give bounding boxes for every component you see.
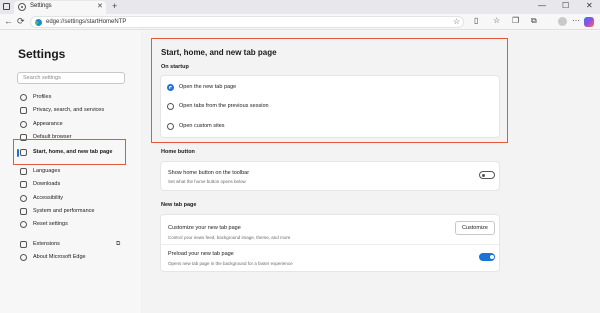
sidebar-item-label: Reset settings [33,221,68,227]
reset-icon [20,221,27,228]
minimize-icon[interactable]: — [538,1,546,10]
close-window-icon[interactable]: ✕ [586,1,593,10]
row-title: Customize your new tab page [168,225,241,231]
search-input[interactable]: Search settings [17,72,125,84]
extensions-icon [20,241,27,248]
row-title: Preload your new tab page [168,251,234,257]
url-text[interactable]: edge://settings/startHomeNTP [46,19,126,25]
sidebar-item-label: Profiles [33,94,52,100]
sidebar-item-label: Extensions [33,241,60,247]
settings-sidebar: Settings Search settings Profiles Privac… [0,31,141,313]
address-bar[interactable]: edge://settings/startHomeNTP ☆ [30,16,464,28]
sidebar-item-privacy[interactable]: Privacy, search, and services [20,106,132,116]
radio-open-new-tab[interactable]: Open the new tab page [167,83,487,93]
settings-main: Start, home, and new tab page On startup… [141,31,600,313]
sidebar-item-label: Languages [33,168,61,174]
radio-label: Open tabs from the previous session [179,103,269,109]
tab-actions-icon[interactable] [3,3,10,10]
new-tab-page-card: Customize your new tab page Control your… [160,214,501,272]
external-link-icon: ⧉ [116,241,121,247]
close-tab-icon[interactable]: ✕ [97,2,103,10]
new-tab-page-label: New tab page [161,202,197,208]
radio-icon[interactable] [167,123,174,130]
download-icon [20,181,27,188]
sidebar-item-downloads[interactable]: Downloads [20,180,132,190]
customize-button[interactable]: Customize [455,221,495,235]
on-startup-label: On startup [161,64,189,70]
accessibility-icon [20,195,27,202]
radio-label: Open the new tab page [179,84,237,90]
section-title: Start, home, and new tab page [161,48,277,57]
refresh-icon[interactable]: ⟳ [17,16,25,27]
row-title: Show home button on the toolbar [168,170,250,176]
sidebar-item-reset[interactable]: Reset settings [20,220,132,230]
copilot-icon[interactable] [584,17,594,27]
sidebar-item-label: Appearance [33,121,63,127]
maximize-icon[interactable]: ☐ [562,1,569,10]
highlight-box [13,139,126,165]
gear-icon [18,3,26,11]
sidebar-item-label: Privacy, search, and services [33,107,105,113]
sidebar-item-label: Accessibility [33,195,63,201]
radio-label: Open custom sites [179,123,225,129]
collections-icon[interactable]: ❐ [512,16,519,25]
row-subtitle: Control your news feed, background image… [168,235,291,240]
row-subtitle: Set what the home button opens below [168,179,246,184]
radio-selected-icon[interactable] [167,84,174,91]
tab-settings[interactable]: Settings ✕ [14,1,106,14]
profile-icon[interactable] [558,17,567,26]
sidebar-item-label: Downloads [33,181,61,187]
sidebar-item-about[interactable]: About Microsoft Edge [20,253,132,263]
radio-open-previous-session[interactable]: Open tabs from the previous session [167,102,487,112]
new-tab-button[interactable]: + [112,1,117,11]
tab-title: Settings [30,3,52,9]
favorites-star-icon[interactable]: ☆ [453,17,460,26]
extensions-icon[interactable]: ⧉ [531,16,537,26]
sidebar-item-languages[interactable]: Languages [20,167,132,177]
search-placeholder: Search settings [23,75,61,81]
row-subtitle: Opens new tab page in the background for… [168,261,293,266]
back-icon[interactable]: ← [4,16,13,26]
title-bar: Settings ✕ + — ☐ ✕ [0,0,600,14]
divider [161,244,501,245]
home-button-card: Show home button on the toolbar Set what… [160,161,500,191]
sidebar-item-label: About Microsoft Edge [33,254,86,260]
lock-icon [20,107,27,114]
sidebar-item-label: System and performance [33,208,95,214]
page-title: Settings [18,47,66,61]
home-button-toggle[interactable] [479,171,495,179]
sidebar-item-accessibility[interactable]: Accessibility [20,194,132,204]
radio-icon[interactable] [167,103,174,110]
edge-icon [20,254,27,261]
address-bar-row: ← ⟳ edge://settings/startHomeNTP ☆ ▯ ☆ ❐… [0,14,600,30]
preload-toggle[interactable] [479,253,495,261]
more-icon[interactable]: ⋯ [572,16,580,25]
edge-icon [35,19,42,26]
profile-icon [20,94,27,101]
favorites-icon[interactable]: ☆ [493,16,500,25]
sidebar-item-appearance[interactable]: Appearance [20,120,132,130]
system-icon [20,208,27,215]
sidebar-item-profiles[interactable]: Profiles [20,93,132,103]
on-startup-card: Open the new tab page Open tabs from the… [160,75,500,138]
split-screen-icon[interactable]: ▯ [474,16,478,25]
radio-open-custom-sites[interactable]: Open custom sites [167,122,487,132]
sidebar-item-system[interactable]: System and performance [20,207,132,217]
home-button-label: Home button [161,149,195,155]
appearance-icon [20,121,27,128]
languages-icon [20,168,27,175]
